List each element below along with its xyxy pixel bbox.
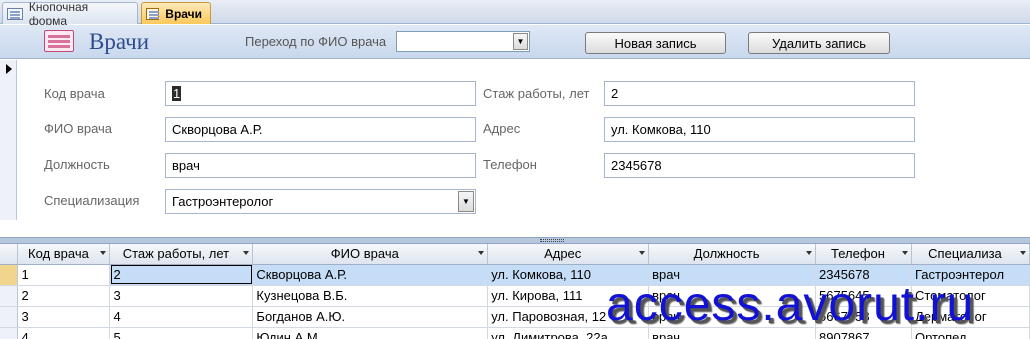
telefon-field[interactable]: 2345678 bbox=[604, 153, 915, 178]
row-selector[interactable] bbox=[0, 285, 19, 307]
tab-switchboard[interactable]: Кнопочная форма bbox=[2, 0, 138, 28]
column-header[interactable]: Стаж работы, лет bbox=[109, 244, 254, 265]
kod-value: 1 bbox=[172, 86, 182, 101]
form-icon bbox=[7, 7, 23, 20]
table-cell[interactable]: Юдин А.М. bbox=[252, 327, 489, 339]
dolzhnost-label: Должность bbox=[44, 157, 110, 172]
table-cell[interactable]: Кузнецова В.Б. bbox=[252, 285, 489, 307]
form-header: Врачи Переход по ФИО врача ▼ Новая запис… bbox=[0, 25, 1030, 59]
tab-doctors-label: Врачи bbox=[165, 6, 202, 21]
column-dropdown-icon[interactable] bbox=[806, 251, 813, 255]
table-cell[interactable]: 4 bbox=[109, 306, 254, 328]
row-selector[interactable] bbox=[0, 327, 19, 339]
table-cell[interactable]: 3 bbox=[17, 306, 111, 328]
column-header[interactable]: ФИО врача bbox=[252, 244, 489, 265]
spec-value: Гастроэнтеролог bbox=[172, 194, 274, 209]
split-form-splitter[interactable] bbox=[0, 237, 1030, 244]
column-dropdown-icon[interactable] bbox=[100, 251, 107, 255]
select-all-corner[interactable] bbox=[0, 244, 19, 265]
form-logo-icon bbox=[44, 30, 74, 52]
table-cell[interactable]: 5 bbox=[109, 327, 254, 339]
kod-field[interactable]: 1 bbox=[165, 81, 476, 106]
fio-label: ФИО врача bbox=[44, 121, 113, 136]
new-record-button[interactable]: Новая запись bbox=[585, 32, 726, 54]
current-record-arrow-icon bbox=[6, 64, 12, 74]
fio-field[interactable]: Скворцова А.Р. bbox=[165, 117, 476, 142]
column-dropdown-icon[interactable] bbox=[478, 251, 485, 255]
split-gap bbox=[0, 220, 1030, 238]
table-cell[interactable]: 4 bbox=[17, 327, 111, 339]
delete-record-button[interactable]: Удалить запись bbox=[748, 32, 890, 54]
column-dropdown-icon[interactable] bbox=[1020, 251, 1026, 255]
table-cell[interactable]: 2 bbox=[109, 264, 254, 286]
column-dropdown-icon[interactable] bbox=[639, 251, 646, 255]
row-selector[interactable] bbox=[0, 306, 19, 328]
adres-label: Адрес bbox=[483, 121, 521, 136]
table-cell[interactable]: 1 bbox=[17, 264, 111, 286]
tab-doctors[interactable]: Врачи bbox=[141, 2, 211, 24]
document-tab-strip: Кнопочная форма Врачи bbox=[0, 0, 1030, 28]
form-icon bbox=[146, 7, 160, 20]
access-window: Кнопочная форма Врачи Врачи Переход по Ф… bbox=[0, 0, 1030, 339]
column-header[interactable]: Код врача bbox=[17, 244, 111, 265]
spec-combo[interactable]: Гастроэнтеролог ▼ bbox=[165, 189, 476, 214]
datasheet-header-row: Код врача Стаж работы, лет ФИО врача Адр… bbox=[0, 244, 1030, 265]
chevron-down-icon[interactable]: ▼ bbox=[458, 191, 474, 212]
chevron-down-icon[interactable]: ▼ bbox=[513, 33, 528, 50]
telefon-label: Телефон bbox=[483, 157, 537, 172]
nav-by-name-label: Переход по ФИО врача bbox=[245, 34, 387, 49]
dolzhnost-field[interactable]: врач bbox=[165, 153, 476, 178]
adres-field[interactable]: ул. Комкова, 110 bbox=[604, 117, 915, 142]
column-header[interactable]: Специализа bbox=[911, 244, 1030, 265]
column-dropdown-icon[interactable] bbox=[243, 251, 250, 255]
nav-by-name-combo[interactable]: ▼ bbox=[396, 31, 530, 52]
row-selector[interactable] bbox=[0, 264, 19, 286]
form-title: Врачи bbox=[89, 29, 150, 54]
column-dropdown-icon[interactable] bbox=[901, 251, 908, 255]
tab-switchboard-label: Кнопочная форма bbox=[28, 0, 89, 28]
table-cell[interactable]: 2 bbox=[17, 285, 111, 307]
splitter-grip-icon[interactable] bbox=[540, 239, 564, 242]
table-cell[interactable]: Богданов А.Ю. bbox=[252, 306, 489, 328]
stazh-label: Стаж работы, лет bbox=[483, 86, 590, 101]
table-cell[interactable]: 3 bbox=[109, 285, 254, 307]
record-selector[interactable] bbox=[0, 60, 17, 220]
stazh-field[interactable]: 2 bbox=[604, 81, 915, 106]
column-header[interactable]: Должность bbox=[648, 244, 817, 265]
watermark-text: access.avorut.ru bbox=[606, 278, 975, 331]
kod-label: Код врача bbox=[44, 86, 105, 101]
spec-label: Специализация bbox=[44, 193, 140, 208]
column-header[interactable]: Телефон bbox=[815, 244, 912, 265]
table-cell[interactable]: Скворцова А.Р. bbox=[252, 264, 489, 286]
column-header[interactable]: Адрес bbox=[487, 244, 650, 265]
